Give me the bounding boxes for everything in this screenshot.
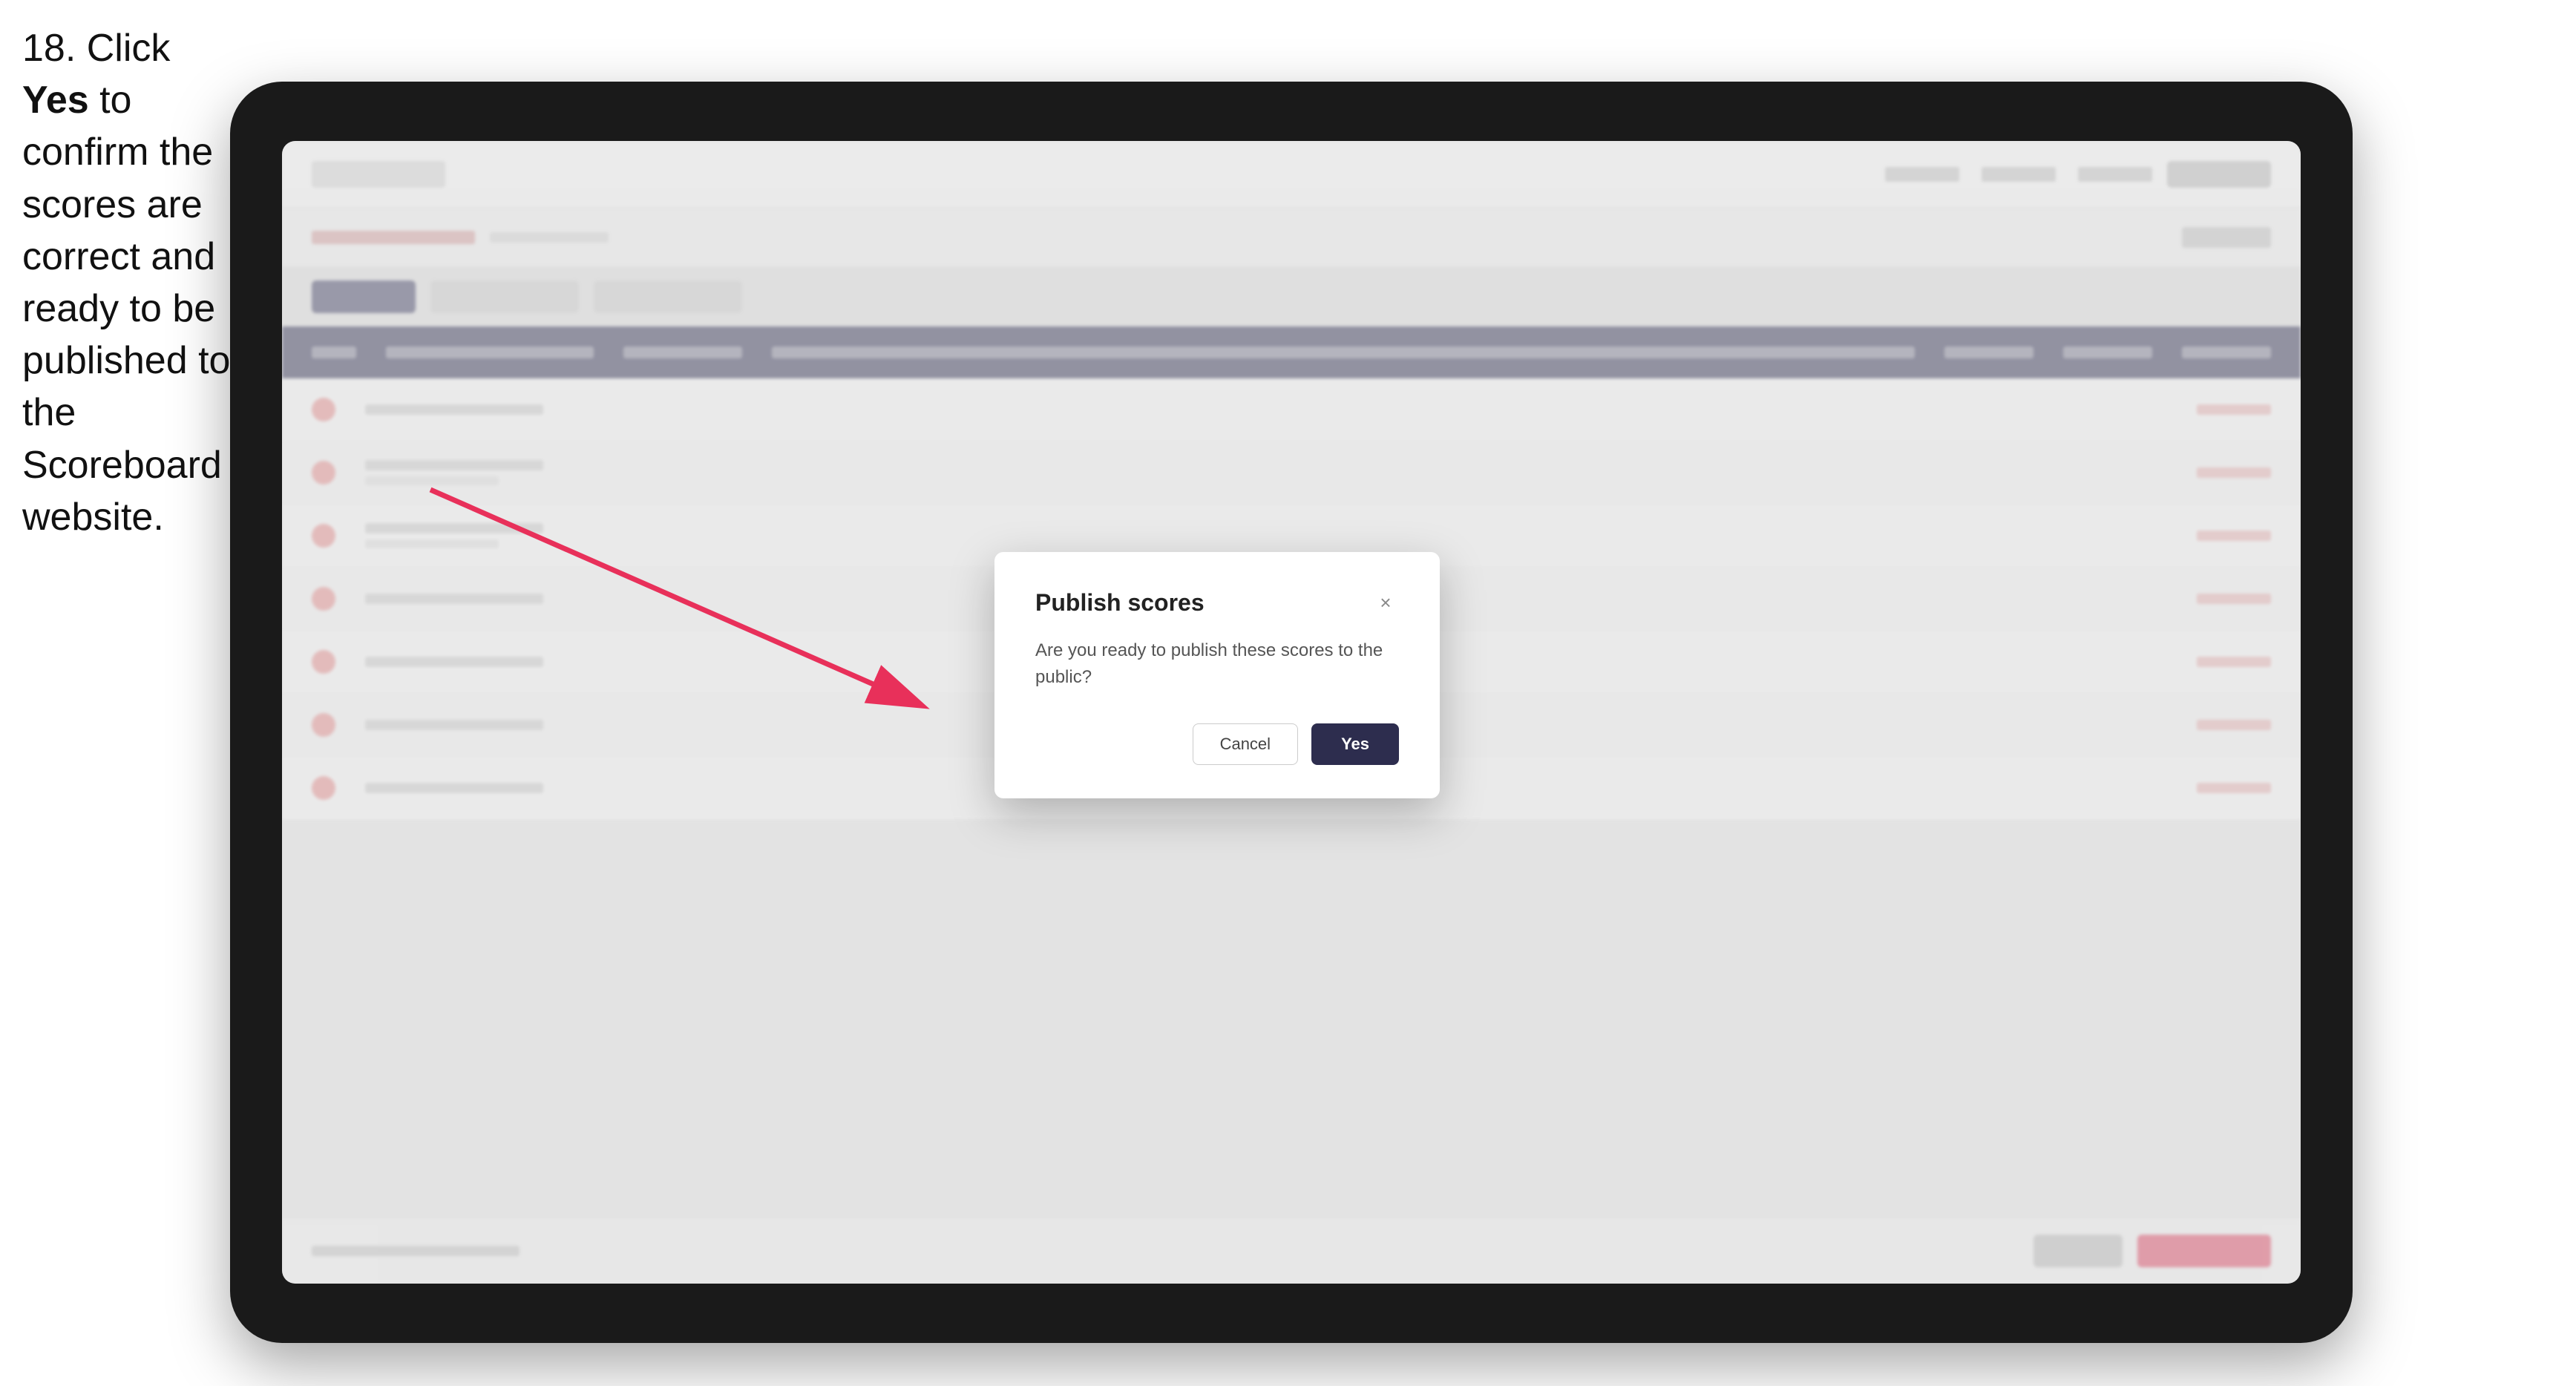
modal-close-button[interactable]: ×: [1372, 590, 1399, 617]
step-number: 18.: [22, 27, 76, 70]
yes-button[interactable]: Yes: [1311, 723, 1399, 765]
bold-yes: Yes: [22, 79, 89, 122]
modal-body-text: Are you ready to publish these scores to…: [1035, 637, 1399, 691]
modal-title: Publish scores: [1035, 589, 1205, 617]
modal-footer: Cancel Yes: [1035, 723, 1399, 765]
instruction-text: 18. Click Yes to confirm the scores are …: [22, 22, 237, 543]
tablet-screen: Publish scores × Are you ready to publis…: [282, 141, 2301, 1284]
modal-overlay: Publish scores × Are you ready to publis…: [282, 141, 2301, 1284]
tablet-device: Publish scores × Are you ready to publis…: [230, 82, 2353, 1343]
cancel-button[interactable]: Cancel: [1193, 723, 1298, 765]
modal-header: Publish scores ×: [1035, 589, 1399, 617]
publish-scores-modal: Publish scores × Are you ready to publis…: [994, 552, 1440, 798]
